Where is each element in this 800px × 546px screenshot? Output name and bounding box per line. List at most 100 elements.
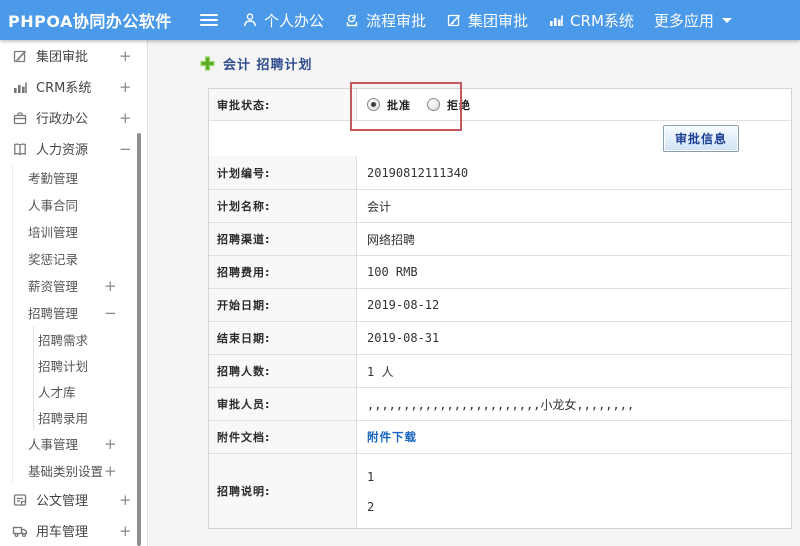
field-label: 计划编号: bbox=[209, 156, 357, 189]
form-row-channel: 招聘渠道: 网络招聘 bbox=[209, 222, 791, 255]
field-value-cell: 附件下载 bbox=[357, 421, 791, 453]
nav-item-crm[interactable]: CRM系统 bbox=[548, 10, 634, 31]
field-value: 1 人 bbox=[367, 364, 394, 379]
sidebar-item-recruit-demand[interactable]: 招聘需求 bbox=[0, 326, 147, 352]
sidebar-item-base-category[interactable]: 基础类别设置 + bbox=[0, 457, 147, 484]
sidebar-item-admin-office[interactable]: 行政办公 + bbox=[0, 102, 147, 133]
main-content: 会计 招聘计划 审批状态: 批准 拒绝 审批信息 计划编号: 20190812111… bbox=[148, 40, 800, 546]
field-value-cell: 12 bbox=[357, 454, 791, 528]
form-row-plan-no: 计划编号: 20190812111340 bbox=[209, 156, 791, 189]
nav-item-group[interactable]: 集团审批 bbox=[446, 10, 528, 31]
sidebar-item-recruit[interactable]: 招聘管理 − bbox=[0, 299, 147, 326]
sidebar-item-label: 招聘需求 bbox=[38, 332, 89, 348]
description-line: 2 bbox=[367, 500, 375, 514]
expand-plus-icon[interactable]: + bbox=[104, 462, 117, 480]
sidebar-item-training[interactable]: 培训管理 bbox=[0, 218, 147, 245]
sidebar-item-rewards[interactable]: 奖惩记录 bbox=[0, 245, 147, 272]
sidebar-item-label: 考勤管理 bbox=[28, 171, 79, 186]
bar-chart-icon bbox=[548, 12, 564, 28]
expand-plus-icon[interactable]: + bbox=[119, 491, 132, 509]
form-row-plan-name: 计划名称: 会计 bbox=[209, 189, 791, 222]
sidebar-item-label: 人才库 bbox=[38, 384, 76, 400]
sidebar-scrollbar[interactable] bbox=[137, 133, 141, 546]
sidebar-item-label: 招聘管理 bbox=[28, 306, 79, 321]
sidebar-item-label: 基础类别设置 bbox=[28, 464, 104, 479]
sidebar-item-label: 奖惩记录 bbox=[28, 252, 79, 267]
doc-icon bbox=[12, 492, 28, 508]
description-line: 1 bbox=[367, 470, 375, 484]
expand-plus-icon[interactable]: + bbox=[104, 277, 117, 295]
bar-chart-icon bbox=[12, 79, 28, 95]
attachment-download-link[interactable]: 附件下载 bbox=[367, 429, 417, 445]
sidebar-item-label: 人事管理 bbox=[28, 437, 79, 452]
sidebar-item-doc-manage[interactable]: 公文管理 + bbox=[0, 484, 147, 515]
nav-item-label: 更多应用 bbox=[653, 11, 714, 30]
expand-plus-icon[interactable]: + bbox=[104, 435, 117, 453]
expand-plus-icon[interactable]: + bbox=[119, 522, 132, 540]
field-label: 招聘人数: bbox=[209, 355, 357, 387]
approval-status-radio-group: 批准 拒绝 bbox=[367, 97, 487, 113]
sidebar-item-recruit-hire[interactable]: 招聘录用 bbox=[0, 404, 147, 430]
field-value-cell: 100 RMB bbox=[357, 256, 791, 288]
green-plus-icon bbox=[200, 56, 215, 71]
top-navbar: PHPOA协同办公软件 个人办公 流程审批 集团审批 CRM系统 更多应用 bbox=[0, 0, 800, 40]
sidebar-item-label: 集团审批 bbox=[36, 50, 89, 65]
sidebar-item-label: 公文管理 bbox=[36, 494, 89, 509]
form-row-attachment: 附件文档: 附件下载 bbox=[209, 420, 791, 453]
sidebar-item-hr[interactable]: 人力资源 − bbox=[0, 133, 147, 164]
person-icon bbox=[242, 12, 258, 28]
field-value-cell: ,,,,,,,,,,,,,,,,,,,,,,,,小龙女,,,,,,,, bbox=[357, 388, 791, 420]
sidebar-item-attendance[interactable]: 考勤管理 bbox=[0, 164, 147, 191]
nav-item-label: 流程审批 bbox=[366, 11, 427, 30]
nav-item-personal[interactable]: 个人办公 bbox=[242, 10, 324, 31]
field-value: 2019-08-31 bbox=[367, 331, 440, 345]
app-brand: PHPOA协同办公软件 bbox=[8, 12, 172, 31]
page-title: 会计 招聘计划 bbox=[200, 54, 313, 73]
field-value: ,,,,,,,,,,,,,,,,,,,,,,,,小龙女,,,,,,,, bbox=[367, 397, 635, 412]
sidebar-item-recruit-plan[interactable]: 招聘计划 bbox=[0, 352, 147, 378]
sidebar-item-talent-pool[interactable]: 人才库 bbox=[0, 378, 147, 404]
field-value-cell: 1 人 bbox=[357, 355, 791, 387]
nav-item-more-apps[interactable]: 更多应用 bbox=[654, 10, 732, 31]
field-value-cell: 会计 bbox=[357, 190, 791, 222]
radio-拒绝[interactable] bbox=[427, 98, 440, 111]
field-label: 附件文档: bbox=[209, 421, 357, 453]
form-row-end-date: 结束日期: 2019-08-31 bbox=[209, 321, 791, 354]
edit-square-icon bbox=[446, 12, 462, 28]
book-icon bbox=[12, 141, 28, 157]
sidebar-item-label: 人事合同 bbox=[28, 198, 79, 213]
sidebar-item-crm-system[interactable]: CRM系统 + bbox=[0, 71, 147, 102]
nav-item-process[interactable]: 流程审批 bbox=[344, 10, 426, 31]
collapse-minus-icon[interactable]: − bbox=[104, 304, 117, 322]
approval-info-button[interactable]: 审批信息 bbox=[662, 125, 739, 152]
form-row-start-date: 开始日期: 2019-08-12 bbox=[209, 288, 791, 321]
sidebar-item-hr-contract[interactable]: 人事合同 bbox=[0, 191, 147, 218]
sidebar-item-vehicle-manage[interactable]: 用车管理 + bbox=[0, 515, 147, 546]
collapse-minus-icon[interactable]: − bbox=[119, 140, 132, 158]
field-label: 审批人员: bbox=[209, 388, 357, 420]
field-label: 结束日期: bbox=[209, 322, 357, 354]
expand-plus-icon[interactable]: + bbox=[119, 109, 132, 127]
field-label: 招聘费用: bbox=[209, 256, 357, 288]
form-row-approvers: 审批人员: ,,,,,,,,,,,,,,,,,,,,,,,,小龙女,,,,,,,, bbox=[209, 387, 791, 420]
sidebar-item-salary[interactable]: 薪资管理 + bbox=[0, 272, 147, 299]
radio-批准[interactable] bbox=[367, 98, 380, 111]
edit-square-icon bbox=[12, 48, 28, 64]
field-value: 100 RMB bbox=[367, 265, 418, 279]
process-approval-icon bbox=[344, 12, 360, 28]
hamburger-menu-icon[interactable] bbox=[200, 14, 218, 26]
sidebar-item-label: 行政办公 bbox=[36, 112, 89, 127]
field-label: 招聘说明: bbox=[209, 454, 357, 528]
sidebar-item-personnel[interactable]: 人事管理 + bbox=[0, 430, 147, 457]
expand-plus-icon[interactable]: + bbox=[119, 78, 132, 96]
sidebar-item-label: 薪资管理 bbox=[28, 279, 79, 294]
expand-plus-icon[interactable]: + bbox=[119, 47, 132, 65]
sidebar-item-label: 培训管理 bbox=[28, 225, 79, 240]
sidebar-item-label: 用车管理 bbox=[36, 525, 89, 540]
page-title-text: 会计 招聘计划 bbox=[223, 58, 313, 73]
sidebar-item-group-approval[interactable]: 集团审批 + bbox=[0, 40, 147, 71]
approval-status-label: 审批状态: bbox=[209, 89, 357, 120]
form-row-description: 招聘说明: 1 2 bbox=[209, 453, 791, 528]
sidebar-item-label: CRM系统 bbox=[36, 81, 92, 96]
field-value-cell: 网络招聘 bbox=[357, 223, 791, 255]
